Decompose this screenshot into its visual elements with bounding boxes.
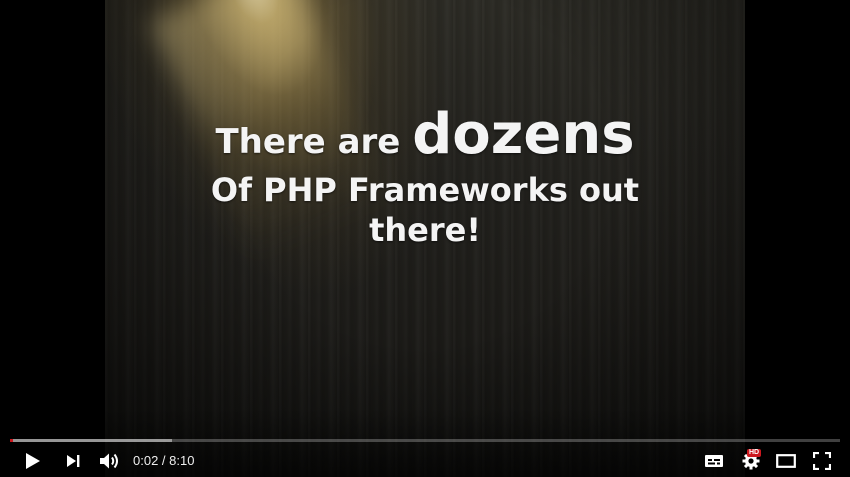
- mute-button[interactable]: [96, 445, 124, 477]
- theater-mode-icon: [776, 454, 796, 468]
- current-time: 0:02: [133, 453, 159, 468]
- control-bar: 0:02 / 8:10 HD: [0, 445, 850, 477]
- progress-buffered: [10, 439, 172, 442]
- settings-button[interactable]: HD: [736, 445, 766, 477]
- volume-icon: [100, 453, 118, 469]
- fullscreen-button[interactable]: [808, 445, 836, 477]
- next-icon: [67, 455, 80, 467]
- play-button[interactable]: [17, 445, 49, 477]
- fullscreen-icon: [813, 452, 831, 470]
- progress-played: [10, 439, 14, 442]
- slide-line-1-prefix: There are: [215, 122, 413, 162]
- captions-button[interactable]: [700, 445, 728, 477]
- slide-line-1: There are dozens: [105, 100, 745, 170]
- hd-badge: HD: [747, 449, 762, 457]
- slide-line-3: there!: [369, 211, 481, 249]
- video-player[interactable]: There are dozens Of PHP Frameworks out t…: [0, 0, 850, 477]
- slide-text: There are dozens Of PHP Frameworks out t…: [105, 100, 745, 250]
- video-frame[interactable]: There are dozens Of PHP Frameworks out t…: [105, 0, 745, 477]
- duration: 8:10: [169, 453, 195, 468]
- slide-line-2: Of PHP Frameworks out: [210, 171, 640, 209]
- slide-line-1-emphasis: dozens: [412, 102, 635, 167]
- progress-bar[interactable]: [10, 439, 840, 442]
- time-separator: /: [158, 453, 170, 468]
- time-display: 0:02 / 8:10: [133, 445, 194, 477]
- captions-icon: [705, 455, 723, 467]
- theater-mode-button[interactable]: [772, 445, 800, 477]
- play-icon: [26, 453, 40, 469]
- next-button[interactable]: [58, 445, 88, 477]
